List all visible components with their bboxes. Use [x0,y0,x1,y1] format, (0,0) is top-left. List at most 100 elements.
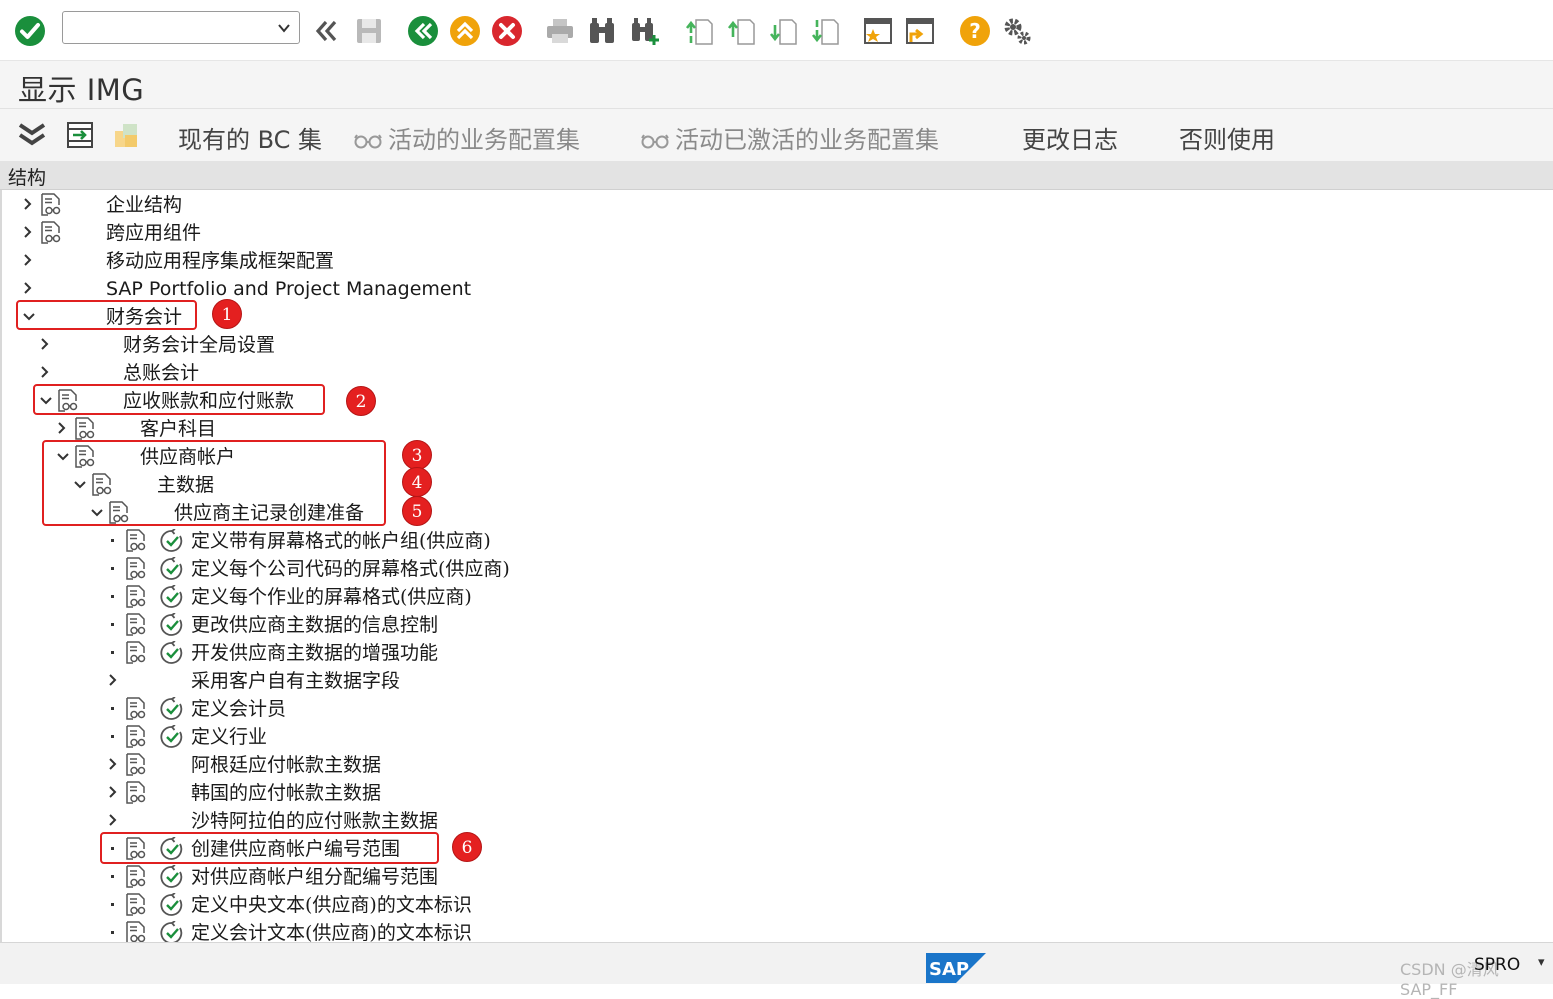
new-session-icon[interactable] [861,14,895,48]
execute-activity-icon[interactable] [160,892,184,917]
tree-node[interactable]: 开发供应商主数据的增强功能 [2,639,1202,667]
tree-node[interactable]: 对供应商帐户组分配编号范围 [2,863,1202,891]
tree-node-label[interactable]: 韩国的应付帐款主数据 [191,779,381,807]
expand-chevron-icon[interactable] [107,810,121,830]
documentation-icon[interactable] [40,193,62,217]
documentation-icon[interactable] [125,697,147,721]
execute-activity-icon[interactable] [160,920,184,942]
tree-node-label[interactable]: 更改供应商主数据的信息控制 [191,611,438,639]
documentation-icon[interactable] [125,529,147,553]
chevron-down-icon[interactable] [277,20,291,39]
tree-node-label[interactable]: 定义每个作业的屏幕格式(供应商) [191,583,472,611]
documentation-icon[interactable] [125,585,147,609]
execute-activity-icon[interactable] [160,640,184,665]
bc-sets-button[interactable]: 现有的 BC 集 [178,120,322,155]
command-input[interactable] [69,12,273,43]
execute-activity-icon[interactable] [160,696,184,721]
enter-icon[interactable] [13,14,47,48]
chevron-down-icon[interactable]: ▾ [1538,955,1545,970]
tree-node[interactable]: 定义会计员 [2,695,1202,723]
transaction-code[interactable]: SPRO [1474,955,1520,975]
tree-node-label[interactable]: 移动应用程序集成框架配置 [106,247,334,275]
tree-node-label[interactable]: 跨应用组件 [106,219,201,247]
tree-node-label[interactable]: 定义中央文本(供应商)的文本标识 [191,891,472,919]
expand-all-icon[interactable] [16,119,48,151]
documentation-icon[interactable] [125,753,147,777]
tree-node[interactable]: 移动应用程序集成框架配置 [2,247,1202,275]
expand-chevron-icon[interactable] [39,334,53,354]
print-icon[interactable] [543,14,577,48]
documentation-icon[interactable] [40,221,62,245]
execute-activity-icon[interactable] [160,724,184,749]
documentation-icon[interactable] [125,893,147,917]
find-next-icon[interactable] [627,14,661,48]
tree-node[interactable]: 跨应用组件 [2,219,1202,247]
documentation-icon[interactable] [125,613,147,637]
tree-node[interactable]: 定义中央文本(供应商)的文本标识 [2,891,1202,919]
documentation-icon[interactable] [74,417,96,441]
previous-page-icon[interactable] [725,14,759,48]
position-icon[interactable] [64,119,96,151]
tree-node-label[interactable]: 沙特阿拉伯的应付账款主数据 [191,807,438,835]
tree-node-label[interactable]: 定义每个公司代码的屏幕格式(供应商) [191,555,510,583]
tree-node[interactable]: 采用客户自有主数据字段 [2,667,1202,695]
tree-node-label[interactable]: 采用客户自有主数据字段 [191,667,400,695]
tree-node[interactable]: 定义每个公司代码的屏幕格式(供应商) [2,555,1202,583]
tree-node[interactable]: 阿根廷应付帐款主数据 [2,751,1202,779]
expand-chevron-icon[interactable] [22,194,36,214]
tree-node[interactable]: 总账会计 [2,359,1202,387]
tree-node-label[interactable]: 财务会计全局设置 [123,331,275,359]
tree-node-label[interactable]: 总账会计 [123,359,199,387]
expand-chevron-icon[interactable] [107,754,121,774]
cancel-icon[interactable] [490,14,524,48]
first-page-icon[interactable] [683,14,717,48]
tree-node[interactable]: 定义会计文本(供应商)的文本标识 [2,919,1202,942]
change-log-button[interactable]: 更改日志 [1022,120,1118,155]
expand-chevron-icon[interactable] [107,782,121,802]
documentation-icon[interactable] [125,921,147,942]
find-icon[interactable] [585,14,619,48]
execute-activity-icon[interactable] [160,556,184,581]
shortcut-icon[interactable] [903,14,937,48]
tree-node-label[interactable]: 客户科目 [140,415,216,443]
expand-chevron-icon[interactable] [39,362,53,382]
execute-activity-icon[interactable] [160,864,184,889]
exit-icon[interactable] [448,14,482,48]
tree-node-label[interactable]: 定义带有屏幕格式的帐户组(供应商) [191,527,491,555]
tree-node-label[interactable]: SAP Portfolio and Project Management [106,275,471,303]
tree-node[interactable]: 更改供应商主数据的信息控制 [2,611,1202,639]
expand-chevron-icon[interactable] [22,250,36,270]
collapse-toolbar-icon[interactable] [308,14,342,48]
save-icon[interactable] [352,14,386,48]
tree-node-label[interactable]: 开发供应商主数据的增强功能 [191,639,438,667]
last-page-icon[interactable] [809,14,843,48]
expand-chevron-icon[interactable] [22,222,36,242]
tree-node[interactable]: 企业结构 [2,191,1202,219]
execute-activity-icon[interactable] [160,528,184,553]
documentation-icon[interactable] [125,725,147,749]
bc-set-icon[interactable] [110,119,142,151]
expand-chevron-icon[interactable] [107,670,121,690]
tree-node[interactable]: SAP Portfolio and Project Management [2,275,1202,303]
active-bc-sets-button[interactable]: 活动的业务配置集 [354,120,580,155]
tree-node-label[interactable]: 定义会计员 [191,695,286,723]
documentation-icon[interactable] [125,781,147,805]
next-page-icon[interactable] [767,14,801,48]
expand-chevron-icon[interactable] [22,278,36,298]
img-structure-tree[interactable]: 企业结构 跨应用组件 移动应用程序集成框架配置 SAP Portfolio and P… [0,190,1553,942]
command-field[interactable] [62,11,300,44]
documentation-icon[interactable] [125,641,147,665]
tree-node-label[interactable]: 对供应商帐户组分配编号范围 [191,863,438,891]
tree-node[interactable]: 韩国的应付帐款主数据 [2,779,1202,807]
tree-node-label[interactable]: 定义行业 [191,723,267,751]
tree-node[interactable]: 客户科目 [2,415,1202,443]
documentation-icon[interactable] [125,865,147,889]
back-icon[interactable] [406,14,440,48]
expand-chevron-icon[interactable] [56,418,70,438]
tree-node-label[interactable]: 阿根廷应付帐款主数据 [191,751,381,779]
documentation-icon[interactable] [125,557,147,581]
tree-node[interactable]: 沙特阿拉伯的应付账款主数据 [2,807,1202,835]
execute-activity-icon[interactable] [160,584,184,609]
tree-node[interactable]: 定义行业 [2,723,1202,751]
tree-node[interactable]: 定义带有屏幕格式的帐户组(供应商) [2,527,1202,555]
